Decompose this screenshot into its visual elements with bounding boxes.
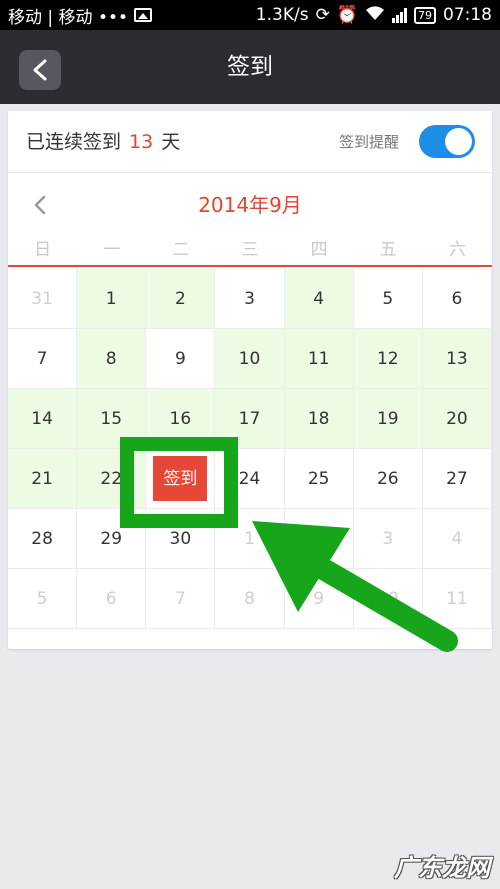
calendar-day: 11: [422, 569, 492, 629]
month-header: 2014年9月: [8, 173, 492, 237]
calendar-day[interactable]: 20: [422, 389, 492, 449]
checkin-card: 已连续签到 13 天 签到提醒 2014年9月 日 一 二 三 四 五 六 31…: [8, 111, 492, 649]
calendar-day: 31: [8, 269, 78, 329]
wifi-icon: [365, 5, 385, 26]
title-bar: 签到: [0, 30, 500, 104]
signal-icon: [392, 7, 407, 23]
calendar-day[interactable]: 4: [284, 269, 354, 329]
calendar-day[interactable]: 18: [284, 389, 354, 449]
calendar-day[interactable]: 5: [353, 269, 423, 329]
calendar-day: 4: [422, 509, 492, 569]
battery-icon: 79: [414, 6, 436, 24]
chevron-left-icon: [33, 59, 47, 81]
calendar-day: 5: [8, 569, 78, 629]
calendar-day[interactable]: 8: [77, 329, 147, 389]
streak-text: 已连续签到 13 天: [26, 111, 180, 173]
calendar-day[interactable]: 19: [353, 389, 423, 449]
weekday-label: 二: [172, 240, 190, 260]
image-icon: [134, 8, 153, 22]
calendar-day: 7: [146, 569, 216, 629]
streak-row: 已连续签到 13 天 签到提醒: [8, 111, 492, 173]
calendar-grid: 31 1 2 3 4 5 6 7 8 9 10 11 12 13 14 15 16 17 18 19 20 21 22 签到 2…: [8, 269, 492, 629]
calendar-day[interactable]: 26: [353, 449, 423, 509]
calendar-day[interactable]: 28: [8, 509, 78, 569]
calendar-day: 9: [284, 569, 354, 629]
annotation-highlight-box: [120, 437, 238, 528]
clock: 07:18: [443, 5, 492, 25]
streak-suffix: 天: [161, 131, 181, 153]
alarm-icon: ⏰: [336, 5, 358, 25]
streak-count: 13: [129, 131, 154, 153]
calendar-day[interactable]: 11: [284, 329, 354, 389]
weekday-label: 五: [379, 240, 397, 260]
calendar-day[interactable]: 6: [422, 269, 492, 329]
network-speed: 1.3K/s: [255, 5, 309, 25]
status-bar: 移动 | 移动 ••• 1.3K/s ⟳ ⏰ 79 07:18: [0, 0, 500, 30]
calendar-day: 6: [77, 569, 147, 629]
calendar-day[interactable]: 10: [215, 329, 285, 389]
weekday-label: 日: [34, 240, 52, 260]
page-title: 签到: [227, 54, 273, 80]
carrier-label: 移动 | 移动 •••: [8, 7, 129, 28]
weekday-label: 六: [448, 240, 466, 260]
calendar-day[interactable]: 9: [146, 329, 216, 389]
calendar-day[interactable]: 7: [8, 329, 78, 389]
calendar-day[interactable]: 21: [8, 449, 78, 509]
calendar-day: 3: [353, 509, 423, 569]
toggle-knob: [445, 128, 472, 155]
watermark: 广东龙网: [394, 854, 490, 882]
calendar-day[interactable]: 12: [353, 329, 423, 389]
calendar-day: 2: [284, 509, 354, 569]
calendar-day: 10: [353, 569, 423, 629]
calendar-day[interactable]: 1: [77, 269, 147, 329]
weekday-label: 一: [103, 240, 121, 260]
calendar-day[interactable]: 3: [215, 269, 285, 329]
calendar-day[interactable]: 25: [284, 449, 354, 509]
weekday-label: 三: [241, 240, 259, 260]
reminder-toggle[interactable]: [419, 125, 475, 158]
month-title: 2014年9月: [198, 193, 302, 217]
calendar-day: 8: [215, 569, 285, 629]
streak-prefix: 已连续签到: [26, 131, 122, 153]
sync-icon: ⟳: [315, 5, 330, 25]
weekday-label: 四: [310, 240, 328, 260]
calendar-day[interactable]: 2: [146, 269, 216, 329]
calendar-day[interactable]: 27: [422, 449, 492, 509]
calendar-day[interactable]: 13: [422, 329, 492, 389]
calendar-day[interactable]: 14: [8, 389, 78, 449]
weekday-header: 日 一 二 三 四 五 六: [8, 237, 492, 267]
reminder-label: 签到提醒: [339, 133, 400, 151]
back-button[interactable]: [19, 50, 61, 90]
